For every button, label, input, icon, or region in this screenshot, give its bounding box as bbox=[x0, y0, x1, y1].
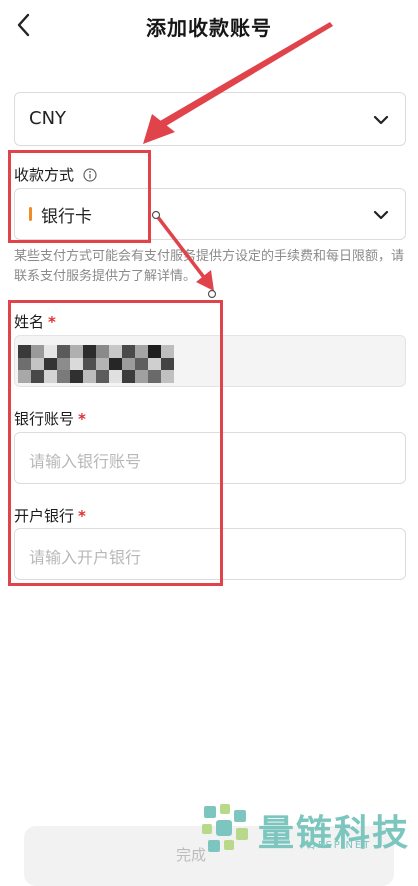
annotation-arrows bbox=[143, 22, 333, 299]
watermark-subtext: QFSP.NET bbox=[308, 840, 372, 851]
watermark-logo-icon bbox=[202, 804, 248, 852]
